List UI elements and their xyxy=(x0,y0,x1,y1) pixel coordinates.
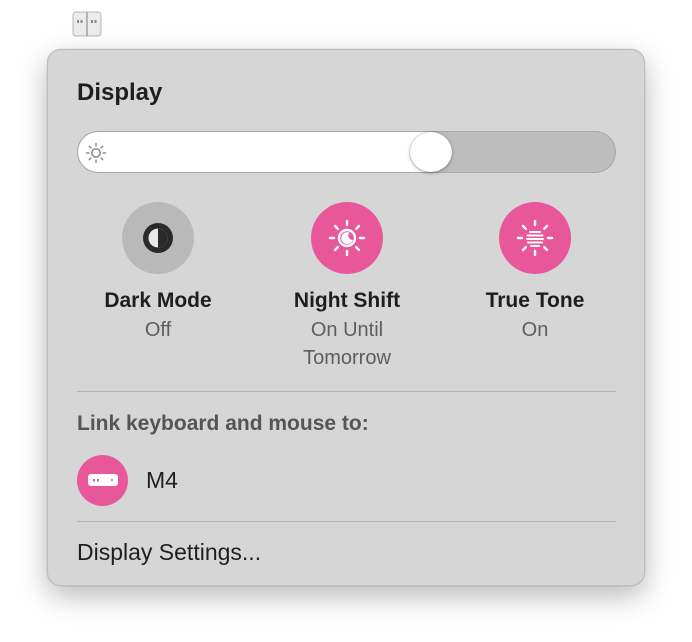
sun-icon xyxy=(85,142,107,164)
true-tone-status: On xyxy=(521,319,549,341)
display-panel: Display Dark Mode Off Night Shift On Unt… xyxy=(47,49,645,586)
dark-mode-status: Off xyxy=(144,319,172,341)
brightness-slider[interactable] xyxy=(77,131,616,173)
toggle-night-shift[interactable]: Night Shift On Until Tomorrow xyxy=(252,202,442,372)
true-tone-icon xyxy=(516,219,554,257)
divider xyxy=(77,391,616,392)
display-mirroring-icon xyxy=(72,11,102,37)
display-menubar-icon[interactable] xyxy=(70,8,104,40)
brightness-slider-fill xyxy=(78,132,432,172)
dark-mode-button[interactable] xyxy=(122,202,194,274)
device-button[interactable] xyxy=(77,454,128,506)
night-shift-icon xyxy=(328,219,366,257)
true-tone-button[interactable] xyxy=(499,202,571,274)
dark-mode-label: Dark Mode xyxy=(104,289,212,312)
toggle-true-tone[interactable]: True Tone On xyxy=(440,202,630,344)
device-item-m4[interactable]: M4 xyxy=(77,454,178,506)
divider xyxy=(77,521,616,522)
mac-mini-icon xyxy=(87,474,118,486)
device-name: M4 xyxy=(146,466,178,493)
panel-title: Display xyxy=(77,79,163,106)
display-settings-link[interactable]: Display Settings... xyxy=(77,539,261,566)
toggle-dark-mode[interactable]: Dark Mode Off xyxy=(63,202,253,344)
true-tone-label: True Tone xyxy=(485,289,585,312)
brightness-slider-knob[interactable] xyxy=(409,132,452,172)
night-shift-button[interactable] xyxy=(311,202,383,274)
dark-mode-icon xyxy=(143,223,173,253)
night-shift-status: On Until Tomorrow xyxy=(303,319,391,369)
night-shift-label: Night Shift xyxy=(293,289,401,312)
link-section-label: Link keyboard and mouse to: xyxy=(77,412,369,435)
